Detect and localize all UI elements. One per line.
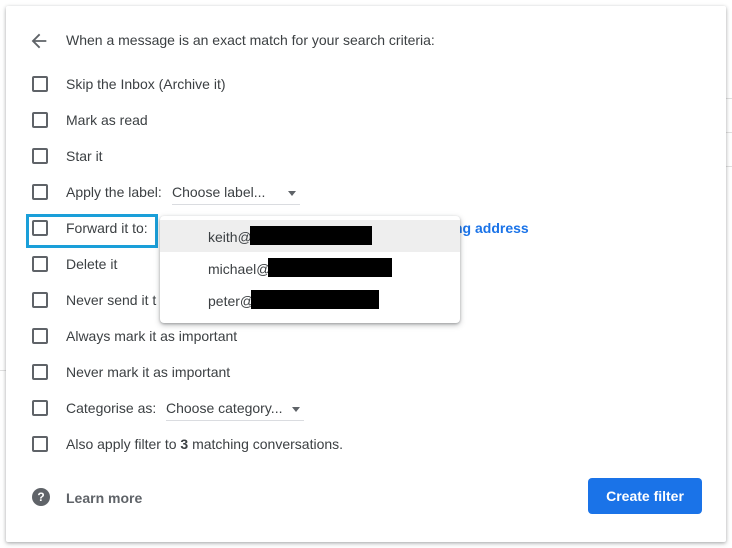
- help-circle-icon[interactable]: ?: [32, 488, 50, 506]
- apply-label-checkbox[interactable]: [32, 184, 48, 200]
- mark-read-checkbox[interactable]: [32, 112, 48, 128]
- caret-down-icon: [288, 191, 296, 196]
- option-apply-label: Apply the label: Choose label...: [6, 173, 726, 209]
- apply-label-label: Apply the label:: [66, 184, 162, 200]
- category-select-value: Choose category...: [166, 400, 283, 416]
- redaction-bar: [268, 258, 392, 277]
- categorise-checkbox[interactable]: [32, 400, 48, 416]
- never-important-checkbox[interactable]: [32, 364, 48, 380]
- option-star: Star it: [6, 137, 726, 173]
- also-apply-label: Also apply filter to 3 matching conversa…: [66, 436, 343, 452]
- delete-label: Delete it: [66, 256, 118, 272]
- label-select[interactable]: Choose label...: [172, 181, 300, 205]
- redaction-bar: [250, 226, 372, 245]
- skip-inbox-checkbox[interactable]: [32, 76, 48, 92]
- option-also-apply: Also apply filter to 3 matching conversa…: [6, 425, 726, 461]
- star-checkbox[interactable]: [32, 148, 48, 164]
- forward-address-option[interactable]: keith@: [160, 220, 460, 252]
- delete-checkbox[interactable]: [32, 256, 48, 272]
- forward-address-option[interactable]: michael@: [160, 252, 460, 284]
- always-important-label: Always mark it as important: [66, 328, 238, 344]
- mark-read-label: Mark as read: [66, 112, 148, 128]
- learn-more-link[interactable]: Learn more: [66, 490, 142, 506]
- address-name: keith@: [208, 229, 252, 245]
- address-name: michael@: [208, 261, 271, 277]
- arrow-left-icon[interactable]: [28, 30, 50, 52]
- star-label: Star it: [66, 148, 103, 164]
- also-apply-prefix: Also apply filter to: [66, 436, 181, 452]
- caret-down-icon: [292, 407, 300, 412]
- also-apply-checkbox[interactable]: [32, 436, 48, 452]
- option-never-important: Never mark it as important: [6, 353, 726, 389]
- option-mark-read: Mark as read: [6, 101, 726, 137]
- option-skip-inbox: Skip the Inbox (Archive it): [6, 65, 726, 101]
- always-important-checkbox[interactable]: [32, 328, 48, 344]
- create-filter-button[interactable]: Create filter: [588, 478, 702, 514]
- dialog-footer: ? Learn more Create filter: [6, 462, 726, 542]
- forward-address-dropdown: keith@ michael@ peter@: [160, 216, 460, 323]
- categorise-label: Categorise as:: [66, 400, 157, 416]
- never-spam-checkbox[interactable]: [32, 292, 48, 308]
- criteria-heading: When a message is an exact match for you…: [66, 32, 435, 48]
- filter-options-dialog: When a message is an exact match for you…: [6, 6, 726, 542]
- category-select[interactable]: Choose category...: [166, 397, 304, 421]
- option-categorise: Categorise as: Choose category...: [6, 389, 726, 425]
- forward-address-option[interactable]: peter@: [160, 284, 460, 316]
- label-select-value: Choose label...: [172, 184, 266, 200]
- address-name: peter@: [208, 293, 255, 309]
- redaction-bar: [251, 290, 379, 309]
- add-forwarding-address-link[interactable]: ng address: [454, 220, 529, 236]
- dialog-header: When a message is an exact match for you…: [6, 26, 726, 54]
- never-important-label: Never mark it as important: [66, 364, 231, 380]
- never-spam-label: Never send it t: [66, 292, 157, 308]
- forward-highlight-box: [26, 214, 158, 248]
- also-apply-suffix: matching conversations.: [188, 436, 344, 452]
- skip-inbox-label: Skip the Inbox (Archive it): [66, 76, 226, 92]
